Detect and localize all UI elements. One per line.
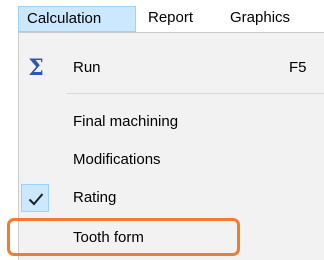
checkmark-icon: [21, 184, 49, 212]
menu-report[interactable]: Report: [140, 6, 201, 32]
sigma-icon: Σ: [28, 55, 44, 81]
menu-item-modifications[interactable]: Modifications: [19, 145, 324, 175]
menu-item-modifications-label: Modifications: [73, 151, 161, 168]
menu-bar: Calculation Report Graphics: [0, 0, 324, 36]
menu-item-tooth-form[interactable]: Tooth form: [19, 223, 324, 253]
menu-graphics[interactable]: Graphics: [222, 6, 298, 32]
menu-item-run-label: Run: [73, 59, 101, 76]
menu-item-final-machining-label: Final machining: [73, 113, 179, 130]
menu-item-rating-label: Rating: [73, 189, 117, 206]
menu-item-final-machining[interactable]: Final machining: [19, 107, 324, 137]
menu-item-run-shortcut: F5: [289, 59, 307, 76]
menu-separator: [67, 93, 324, 94]
menu-calculation[interactable]: Calculation: [18, 6, 136, 32]
menu-item-run[interactable]: Σ Run F5: [19, 53, 324, 83]
menu-item-rating[interactable]: Rating: [19, 183, 324, 213]
screen: Calculation Report Graphics Σ Run F5 Fin…: [0, 0, 324, 260]
calculation-dropdown-menu: Σ Run F5 Final machining Modifications R…: [18, 32, 324, 260]
menu-item-tooth-form-label: Tooth form: [73, 229, 144, 246]
